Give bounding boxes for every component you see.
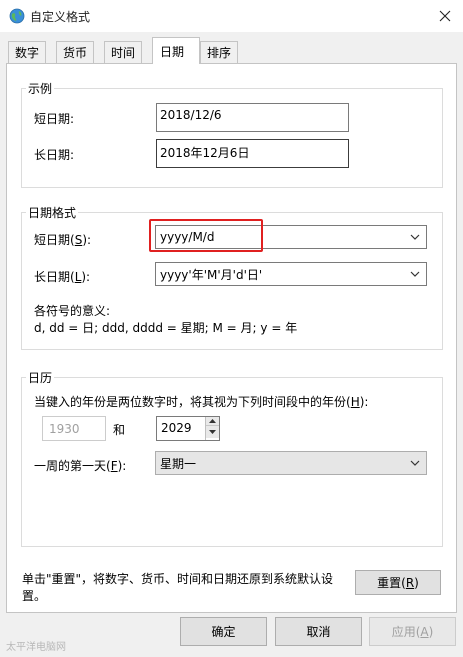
example-group-label: 示例 <box>26 80 55 97</box>
long-date-combo[interactable]: yyyy'年'M'月'd'日' <box>155 262 427 286</box>
caret-down-icon <box>209 430 216 434</box>
spin-up-button[interactable] <box>206 417 219 426</box>
short-date-label: 短日期(S): <box>34 233 92 247</box>
close-icon <box>439 10 450 22</box>
close-button[interactable] <box>426 0 463 32</box>
first-day-value: 星期一 <box>160 456 197 471</box>
cancel-button[interactable]: 取消 <box>275 617 362 646</box>
window-title: 自定义格式 <box>30 10 91 24</box>
first-day-label: 一周的第一天(F): <box>34 459 127 473</box>
ok-button[interactable]: 确定 <box>180 617 267 646</box>
spin-down-button[interactable] <box>206 426 219 438</box>
and-label: 和 <box>113 423 126 437</box>
two-digit-year-label: 当键入的年份是两位数字时，将其视为下列时间段中的年份(H): <box>34 395 369 409</box>
symbols-title: 各符号的意义: <box>34 304 111 318</box>
chevron-down-icon <box>410 271 420 277</box>
spin-buttons <box>205 417 219 440</box>
apply-button[interactable]: 应用(A) <box>369 617 456 646</box>
reset-button[interactable]: 重置(R) <box>355 570 441 595</box>
tab-sort[interactable]: 排序 <box>200 41 239 63</box>
reset-description-line1: 单击"重置"，将数字、货币、时间和日期还原到系统默认设 <box>22 572 334 586</box>
chevron-down-icon <box>410 234 420 240</box>
calendar-group-label: 日历 <box>26 369 55 386</box>
from-year-field: 1930 <box>42 416 106 441</box>
to-year-value: 2029 <box>161 421 192 435</box>
example-long-label: 长日期: <box>34 148 75 162</box>
example-long-value: 2018年12月6日 <box>156 139 349 168</box>
date-format-group-label: 日期格式 <box>26 204 79 221</box>
globe-icon <box>9 8 25 24</box>
long-date-value: yyyy'年'M'月'd'日' <box>160 267 263 282</box>
reset-description-line2: 置。 <box>22 589 47 603</box>
tab-number[interactable]: 数字 <box>8 41 47 63</box>
chevron-down-icon <box>410 460 420 466</box>
tab-time[interactable]: 时间 <box>104 41 143 63</box>
caret-up-icon <box>209 419 216 423</box>
watermark: 太平洋电脑网 <box>6 642 66 653</box>
tab-date[interactable]: 日期 <box>152 37 200 64</box>
long-date-label: 长日期(L): <box>34 270 91 284</box>
example-short-value: 2018/12/6 <box>156 103 349 132</box>
first-day-combo[interactable]: 星期一 <box>155 451 427 475</box>
symbols-text: d, dd = 日; ddd, dddd = 星期; M = 月; y = 年 <box>34 321 298 335</box>
to-year-spinner[interactable]: 2029 <box>156 416 220 441</box>
highlight-box <box>149 219 263 252</box>
example-short-label: 短日期: <box>34 112 75 126</box>
tab-currency[interactable]: 货币 <box>56 41 95 63</box>
